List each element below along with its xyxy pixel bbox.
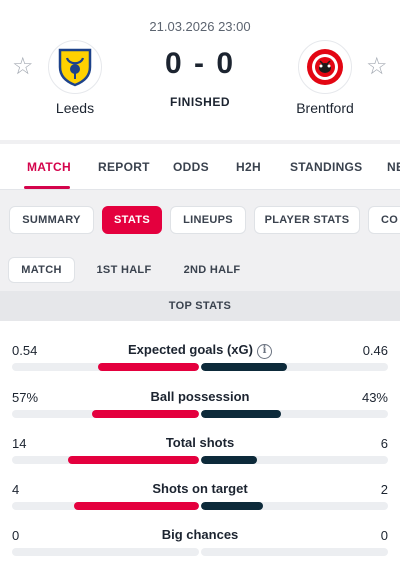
- active-tab-indicator: [24, 186, 70, 189]
- brentford-crest-icon: [307, 49, 343, 85]
- stat-away-value: 0: [380, 528, 388, 543]
- stat-away-value: 2: [380, 482, 388, 497]
- stat-away-value: 6: [380, 436, 388, 451]
- stat-row: 4 Shots on target 2: [0, 476, 400, 522]
- away-bar-track: [201, 548, 388, 556]
- subtab-summary[interactable]: SUMMARY: [9, 206, 94, 234]
- stat-label: Total shots: [165, 435, 235, 450]
- stat-label: Expected goals (xG) i: [0, 342, 400, 359]
- stat-label: Shots on target: [152, 481, 248, 496]
- info-icon[interactable]: i: [256, 344, 272, 359]
- away-bar-track: [201, 456, 388, 464]
- home-bar-track: [12, 410, 199, 418]
- away-bar-track: [201, 410, 388, 418]
- subtab-commentary[interactable]: CO: [368, 206, 400, 234]
- away-bar-fill: [201, 363, 288, 371]
- subtab-player-stats[interactable]: PLAYER STATS: [254, 206, 360, 234]
- tab-h2h[interactable]: H2H: [236, 160, 261, 174]
- period-1st-half[interactable]: 1ST HALF: [83, 257, 165, 283]
- away-bar-fill: [201, 502, 263, 510]
- tab-match[interactable]: MATCH: [27, 160, 71, 174]
- tab-report[interactable]: REPORT: [98, 160, 150, 174]
- away-bar-fill: [201, 456, 258, 464]
- match-header: 21.03.2026 23:00 ☆ Leeds 0 - 0 FINISHED …: [0, 0, 400, 140]
- tab-standings[interactable]: STANDINGS: [290, 160, 362, 174]
- subtab-lineups[interactable]: LINEUPS: [170, 206, 246, 234]
- tab-odds[interactable]: ODDS: [173, 160, 209, 174]
- period-selector: MATCH 1ST HALF 2ND HALF: [0, 247, 400, 291]
- favorite-away-star-icon[interactable]: ☆: [366, 55, 388, 79]
- home-bar-fill: [98, 363, 199, 371]
- sub-tabs: SUMMARY STATS LINEUPS PLAYER STATS CO: [0, 191, 400, 247]
- stat-away-value: 43%: [361, 390, 388, 405]
- away-team-crest[interactable]: [298, 40, 352, 94]
- stats-list: 0.54 Expected goals (xG) i 0.46 57% Ball …: [0, 321, 400, 563]
- home-bar-track: [12, 502, 199, 510]
- away-bar-track: [201, 502, 388, 510]
- stat-row: 0 Big chances 0: [0, 522, 400, 563]
- stat-label-text: Expected goals (xG): [128, 342, 253, 357]
- away-bar-fill: [201, 410, 282, 418]
- home-bar-track: [12, 363, 199, 371]
- match-datetime: 21.03.2026 23:00: [149, 19, 251, 34]
- home-bar-track: [12, 548, 199, 556]
- stat-label: Big chances: [161, 527, 239, 542]
- subtab-stats[interactable]: STATS: [102, 206, 162, 234]
- tab-news[interactable]: NE: [387, 160, 400, 174]
- home-bar-fill: [68, 456, 199, 464]
- home-bar-fill: [92, 410, 199, 418]
- section-title: TOP STATS: [0, 291, 400, 321]
- main-tabs: MATCH REPORT ODDS H2H STANDINGS NE: [0, 144, 400, 190]
- home-bar-fill: [73, 502, 199, 510]
- stat-row: 57% Ball possession 43%: [0, 384, 400, 430]
- period-2nd-half[interactable]: 2ND HALF: [170, 257, 254, 283]
- stat-row: 14 Total shots 6: [0, 430, 400, 476]
- stat-away-value: 0.46: [362, 343, 388, 358]
- stat-row: 0.54 Expected goals (xG) i 0.46: [0, 337, 400, 383]
- away-team-name[interactable]: Brentford: [265, 100, 385, 116]
- period-match[interactable]: MATCH: [8, 257, 75, 283]
- stat-label: Ball possession: [150, 389, 250, 404]
- away-bar-track: [201, 363, 388, 371]
- home-bar-track: [12, 456, 199, 464]
